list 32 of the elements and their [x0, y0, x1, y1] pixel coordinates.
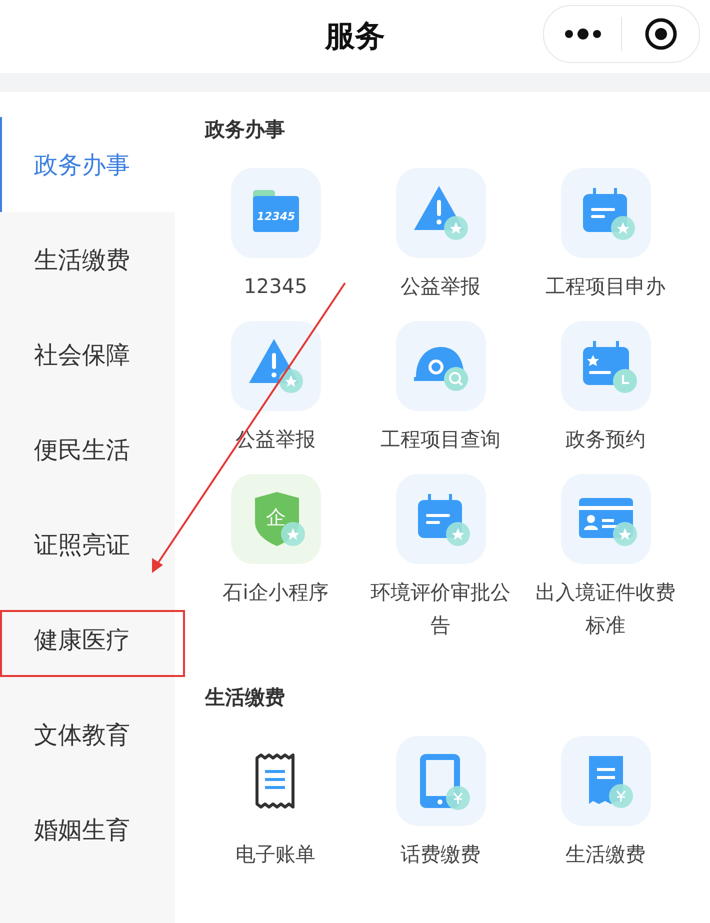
service-label[interactable]: 出入境证件收费标准: [526, 576, 684, 642]
service-label[interactable]: 环境评价审批公告: [362, 576, 520, 642]
service-label[interactable]: 公益举报: [400, 270, 480, 303]
icon-tile[interactable]: [396, 168, 486, 258]
sidebar-item[interactable]: 社会保障: [0, 307, 175, 402]
icon-tile[interactable]: [396, 321, 486, 411]
section-title: 政务办事: [204, 116, 286, 143]
icon-tile[interactable]: [396, 474, 486, 564]
service-label[interactable]: 工程项目查询: [380, 423, 500, 456]
service-label[interactable]: 石i企小程序: [222, 576, 328, 609]
icon-tile[interactable]: [560, 736, 650, 826]
service-label[interactable]: 话费缴费: [400, 838, 480, 871]
icon-tile[interactable]: [396, 736, 486, 826]
service-label[interactable]: 12345: [244, 270, 308, 303]
sidebar-item[interactable]: 文体教育: [0, 687, 175, 782]
section-title: 生活缴费: [204, 684, 286, 711]
sidebar-item[interactable]: 婚姻生育: [0, 782, 175, 877]
page-title: 服务: [325, 18, 385, 56]
icon-tile[interactable]: [560, 474, 650, 564]
sidebar-item[interactable]: 健康医疗: [0, 592, 175, 687]
icon-tile[interactable]: [230, 321, 320, 411]
sidebar-item[interactable]: 生活缴费: [0, 212, 175, 307]
more-icon[interactable]: [562, 27, 602, 41]
sidebar-item[interactable]: 便民生活: [0, 402, 175, 497]
sidebar-item[interactable]: 政务办事: [0, 117, 175, 212]
service-label[interactable]: 政务预约: [566, 423, 646, 456]
sidebar-item[interactable]: 证照亮证: [0, 497, 175, 592]
service-label[interactable]: 电子账单: [236, 838, 316, 871]
icon-tile[interactable]: [560, 168, 650, 258]
service-label[interactable]: 工程项目申办: [546, 270, 666, 303]
service-label[interactable]: 生活缴费: [566, 838, 646, 871]
icon-tile[interactable]: [560, 321, 650, 411]
